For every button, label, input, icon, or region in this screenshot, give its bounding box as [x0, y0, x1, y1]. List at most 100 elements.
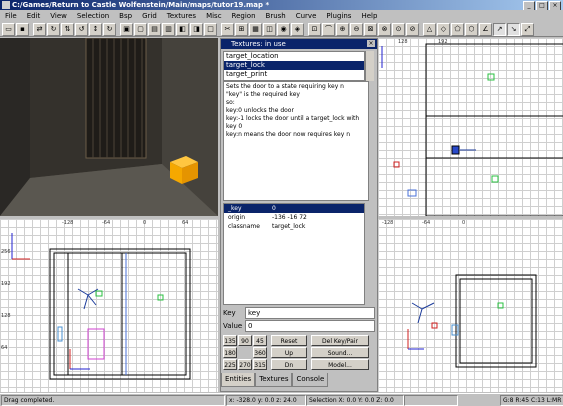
menu-grid[interactable]: Grid [137, 10, 162, 22]
property-key: origin [228, 214, 246, 221]
entity-class-list[interactable]: target_location target_lock target_print [223, 51, 365, 81]
menu-plugins[interactable]: Plugins [321, 10, 356, 22]
menu-misc[interactable]: Misc [201, 10, 226, 22]
key-input[interactable]: key [245, 307, 375, 319]
rotate-x-icon[interactable]: ↻ [47, 22, 60, 36]
down-button[interactable]: Dn [271, 359, 307, 370]
key-value-row[interactable]: classname target_lock [224, 222, 364, 231]
key-label: Key [223, 309, 236, 317]
key-field-row: Key key [223, 307, 375, 319]
angle-360-button[interactable]: 360 [253, 347, 267, 358]
camera-scene [0, 38, 218, 216]
menu-view[interactable]: View [45, 10, 72, 22]
brush-5-sided-icon[interactable]: ⬠ [451, 22, 464, 36]
angle-135-button[interactable]: 135 [223, 335, 237, 346]
status-bar: Drag completed. x: -328.0 y: 0.0 z: 24.0… [0, 393, 563, 406]
save-icon[interactable]: ▪ [16, 22, 29, 36]
tab-textures[interactable]: Textures [255, 373, 293, 387]
menu-curve[interactable]: Curve [291, 10, 322, 22]
change-view-icon[interactable]: ⊞ [235, 22, 248, 36]
property-value: 0 [272, 205, 276, 212]
key-value-list[interactable]: _key 0 origin -136 -16 72 classname targ… [223, 203, 365, 305]
angle-225-button[interactable]: 225 [223, 359, 237, 370]
camera-view[interactable] [0, 38, 218, 216]
model-button[interactable]: Model... [311, 359, 369, 370]
list-scrollbar[interactable] [365, 51, 374, 81]
angle-90-button[interactable]: 90 [238, 335, 252, 346]
texture-view-icon[interactable]: ▦ [249, 22, 262, 36]
cubic-clip-icon[interactable]: ◫ [263, 22, 276, 36]
menu-brush[interactable]: Brush [261, 10, 291, 22]
drag-edges-icon[interactable]: ↗ [493, 22, 506, 36]
menu-region[interactable]: Region [227, 10, 261, 22]
reset-button[interactable]: Reset [271, 335, 307, 346]
description-line: key:n means the door now requires key n [226, 131, 350, 138]
patch-icon[interactable]: ⊡ [308, 22, 321, 36]
csg-subtract-icon[interactable]: ◧ [176, 22, 189, 36]
menu-bsp[interactable]: Bsp [114, 10, 137, 22]
flip-z-icon[interactable]: ↕ [89, 22, 102, 36]
rotate-z-icon[interactable]: ↻ [103, 22, 116, 36]
key-value-row[interactable]: _key 0 [224, 204, 364, 213]
patch-insert-icon[interactable]: ⊕ [336, 22, 349, 36]
hollow-icon[interactable]: □ [204, 22, 217, 36]
patch-bend-icon[interactable]: ⌒ [322, 22, 335, 36]
tab-entities[interactable]: Entities [221, 373, 256, 387]
patch-badge-icon[interactable]: ⊘ [406, 22, 419, 36]
brush-6-sided-icon[interactable]: ⬡ [465, 22, 478, 36]
list-item[interactable]: target_location [224, 52, 364, 61]
property-value: target_lock [272, 223, 306, 230]
flip-x-icon[interactable]: ⇄ [33, 22, 46, 36]
xy-view-top[interactable]: 128 192 [378, 38, 563, 216]
entity-inspector: Textures: in use × target_location targe… [220, 38, 378, 392]
sound-button[interactable]: Sound... [311, 347, 369, 358]
patch-weld-icon[interactable]: ⊗ [378, 22, 391, 36]
value-input[interactable]: 0 [245, 320, 375, 332]
xy-view-front[interactable]: -128 -64 0 [378, 219, 563, 392]
panel-close-icon[interactable]: × [367, 40, 375, 47]
value-field-row: Value 0 [223, 320, 375, 332]
description-line: "key" is the required key [226, 91, 300, 98]
menu-help[interactable]: Help [356, 10, 382, 22]
camera-movement-icon[interactable]: ◉ [277, 22, 290, 36]
delete-key-pair-button[interactable]: Del Key/Pair [311, 335, 369, 346]
entity-view-icon[interactable]: ◈ [291, 22, 304, 36]
description-line: key:0 unlocks the door [226, 107, 294, 114]
patch-delete-icon[interactable]: ⊖ [350, 22, 363, 36]
angle-270-button[interactable]: 270 [238, 359, 252, 370]
description-line: key 0 [226, 123, 243, 130]
open-icon[interactable]: ▭ [2, 22, 15, 36]
menu-file[interactable]: File [0, 10, 22, 22]
drag-vertices-icon[interactable]: ↘ [507, 22, 520, 36]
angle-315-button[interactable]: 315 [253, 359, 267, 370]
select-touching-icon[interactable]: ▢ [134, 22, 147, 36]
menu-edit[interactable]: Edit [22, 10, 46, 22]
flip-y-icon[interactable]: ⇅ [61, 22, 74, 36]
list-item-selected[interactable]: target_lock [224, 61, 364, 70]
property-key: _key [228, 205, 242, 212]
up-button[interactable]: Up [271, 347, 307, 358]
patch-drill-icon[interactable]: ⊙ [392, 22, 405, 36]
menu-textures[interactable]: Textures [162, 10, 201, 22]
angle-45-button[interactable]: 45 [253, 335, 267, 346]
patch-wireframe-icon[interactable]: ⊠ [364, 22, 377, 36]
rotate-y-icon[interactable]: ↺ [75, 22, 88, 36]
scale-icon[interactable]: ⤢ [521, 22, 534, 36]
list-item[interactable]: target_print [224, 70, 364, 79]
select-partial-tall-icon[interactable]: ▤ [148, 22, 161, 36]
xy-side-brushes [11, 233, 191, 380]
angle-180-button[interactable]: 180 [223, 347, 237, 358]
brush-4-sided-icon[interactable]: ◇ [437, 22, 450, 36]
key-value-row[interactable]: origin -136 -16 72 [224, 213, 364, 222]
tab-console[interactable]: Console [292, 373, 329, 387]
csg-merge-icon[interactable]: ◨ [190, 22, 203, 36]
select-complete-tall-icon[interactable]: ▣ [120, 22, 133, 36]
menu-selection[interactable]: Selection [72, 10, 114, 22]
door [85, 38, 147, 159]
brush-3-sided-icon[interactable]: △ [423, 22, 436, 36]
select-inside-icon[interactable]: ▥ [162, 22, 175, 36]
clipper-icon[interactable]: ✂ [221, 22, 234, 36]
xy-view-side[interactable]: -128 -64 0 64 256 192 128 64 [0, 219, 218, 392]
value-label: Value [223, 322, 243, 330]
show-angles-icon[interactable]: ∠ [479, 22, 492, 36]
